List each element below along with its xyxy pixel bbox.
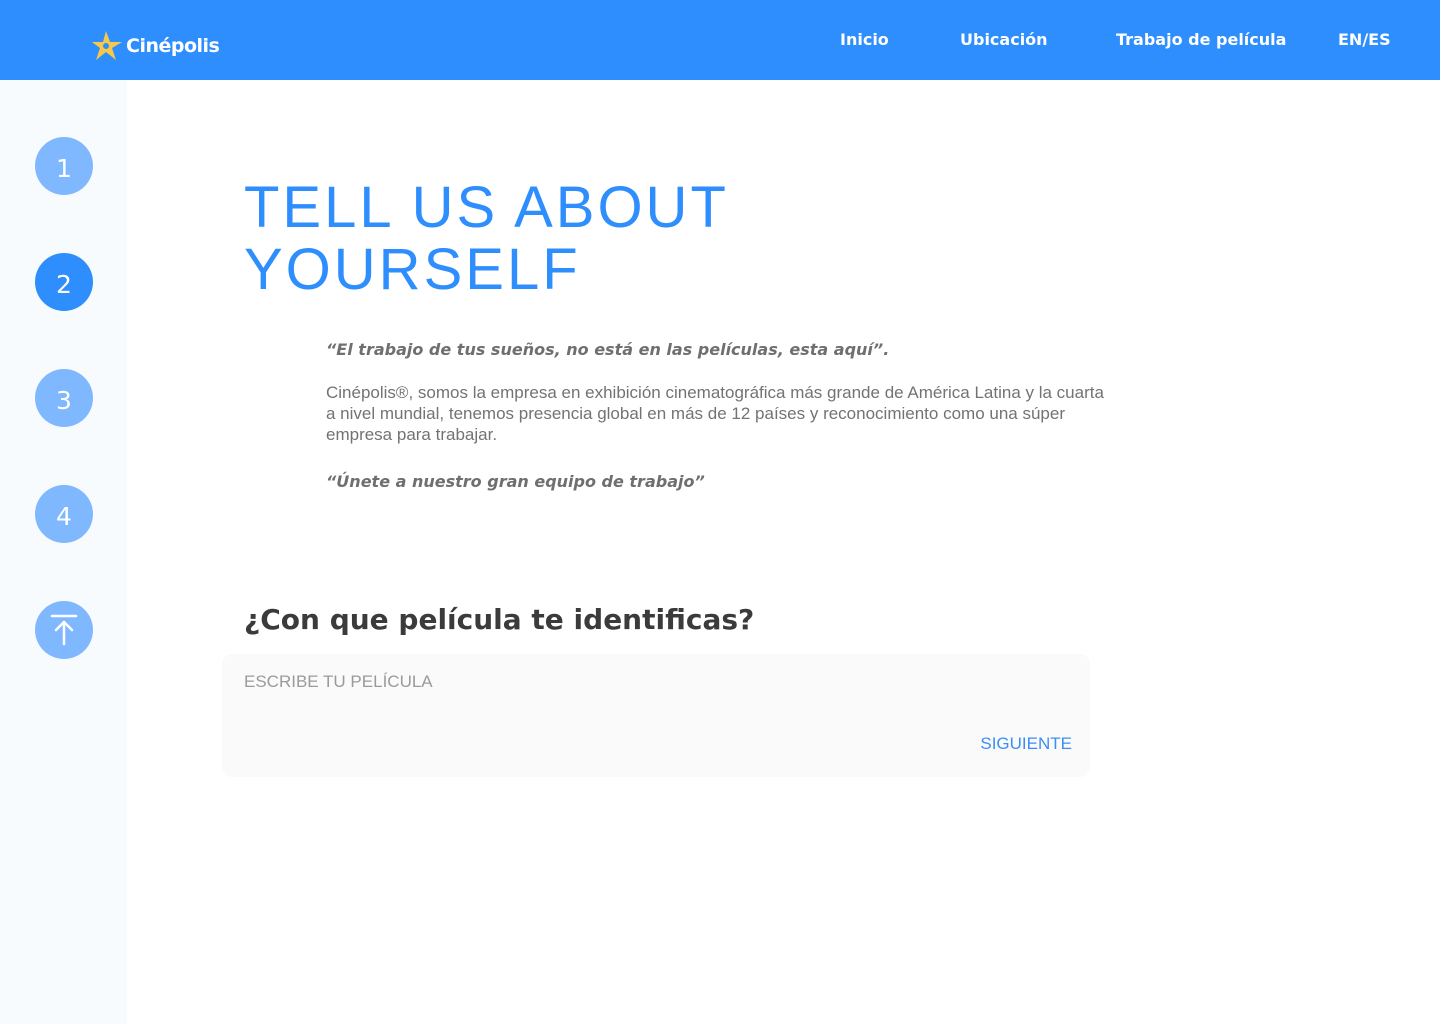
movie-input-box: SIGUIENTE bbox=[222, 654, 1090, 777]
page-title: TELL US ABOUT YOURSELF bbox=[244, 175, 728, 302]
join-team-quote: “Únete a nuestro gran equipo de trabajo” bbox=[326, 472, 705, 491]
step-2-button[interactable]: 2 bbox=[35, 253, 93, 311]
step-4-button[interactable]: 4 bbox=[35, 485, 93, 543]
language-toggle[interactable]: EN/ES bbox=[1338, 29, 1391, 51]
movie-question: ¿Con que película te identificas? bbox=[244, 603, 755, 636]
logo-wordmark: Cinépolis bbox=[126, 35, 220, 57]
movie-input[interactable] bbox=[244, 670, 944, 694]
next-button[interactable]: SIGUIENTE bbox=[980, 734, 1072, 754]
nav-item-ubicacion[interactable]: Ubicación bbox=[960, 29, 1048, 51]
company-description: Cinépolis®, somos la empresa en exhibici… bbox=[326, 383, 1104, 444]
step-3-button[interactable]: 3 bbox=[35, 369, 93, 427]
step-sidebar: 1 2 3 4 bbox=[0, 80, 127, 1024]
nav-item-trabajo-de-pelicula[interactable]: Trabajo de película bbox=[1116, 29, 1286, 51]
star-logo-icon bbox=[92, 31, 122, 60]
arrow-up-to-line-icon bbox=[50, 614, 78, 646]
intro-quote: “El trabajo de tus sueños, no está en la… bbox=[326, 340, 890, 359]
step-1-button[interactable]: 1 bbox=[35, 137, 93, 195]
nav-item-inicio[interactable]: Inicio bbox=[840, 29, 889, 51]
cinepolis-logo[interactable]: Cinépolis bbox=[92, 29, 220, 63]
top-navigation-bar: Cinépolis Inicio Ubicación Trabajo de pe… bbox=[0, 0, 1440, 80]
back-to-top-button[interactable] bbox=[35, 601, 93, 659]
